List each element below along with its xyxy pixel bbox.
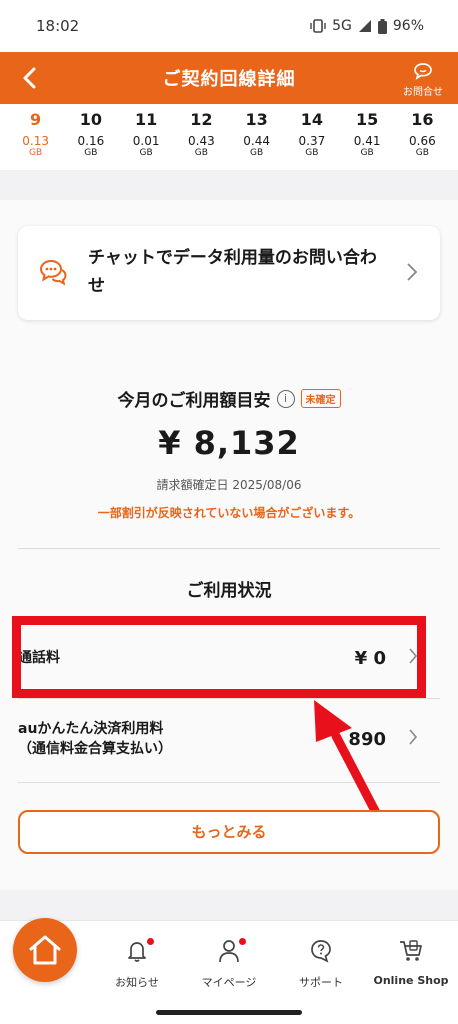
page-title: ご契約回線詳細 xyxy=(162,69,296,90)
chat-bubble-icon xyxy=(414,63,432,80)
contact-button[interactable]: お問合せ xyxy=(400,62,446,98)
tab-mypage[interactable]: マイページ xyxy=(184,938,274,990)
chat-inquiry-card[interactable]: チャットでデータ利用量のお問い合わせ xyxy=(18,226,440,320)
chevron-left-icon xyxy=(23,67,36,89)
tab-label: お知らせ xyxy=(115,976,159,989)
usage-title: ご利用状況 xyxy=(186,581,272,601)
day-usage: 0.01 xyxy=(132,134,160,148)
bell-icon xyxy=(128,942,146,962)
network-label: 5G xyxy=(332,18,352,34)
day-usage: 0.41 xyxy=(353,134,381,148)
contact-label: お問合せ xyxy=(403,87,443,98)
day-unit: GB xyxy=(305,148,319,158)
system-nav-handle[interactable] xyxy=(156,1010,302,1015)
day-unit: GB xyxy=(84,148,98,158)
day-usage: 0.13 xyxy=(22,134,49,148)
day-usage: 0.37 xyxy=(298,134,326,148)
chevron-right-icon xyxy=(406,262,418,286)
status-time: 18:02 xyxy=(36,17,80,35)
app-header: ご契約回線詳細 お問合せ xyxy=(0,52,458,104)
day-usage: 0.66 xyxy=(409,134,436,148)
divider xyxy=(18,548,440,549)
day-unit: GB xyxy=(139,148,153,158)
home-icon xyxy=(29,935,61,965)
tab-label: Online Shop xyxy=(373,974,449,987)
day-number: 16 xyxy=(411,110,434,129)
usage-row-label: auかんたん決済利用料 （通信料金合算支払い） xyxy=(18,719,172,759)
tab-online-shop[interactable]: Online Shop xyxy=(366,938,456,987)
chat-inquiry-text: チャットでデータ利用量のお問い合わせ xyxy=(88,248,377,296)
day-unit: GB xyxy=(194,148,208,158)
day-number: 12 xyxy=(190,110,213,129)
day-item[interactable]: 10 0.16 GB xyxy=(63,104,118,170)
chevron-right-icon xyxy=(408,728,418,750)
tab-label: サポート xyxy=(299,976,343,989)
day-item[interactable]: 12 0.43 GB xyxy=(174,104,229,170)
notification-dot xyxy=(239,938,246,945)
day-usage: 0.16 xyxy=(77,134,105,148)
day-unit: GB xyxy=(360,148,374,158)
daily-usage-strip: 9 0.13 GB 10 0.16 GB 11 0.01 GB 12 0.43 GB 13 0.4… xyxy=(0,104,458,170)
billing-confirm-date: 請求額確定日 2025/08/06 xyxy=(156,478,302,492)
day-item[interactable]: 13 0.44 GB xyxy=(229,104,284,170)
back-button[interactable] xyxy=(18,64,42,92)
day-usage: 0.44 xyxy=(243,134,270,148)
discount-notice: 一部割引が反映されていない場合がございます。 xyxy=(97,506,361,520)
battery-icon xyxy=(377,18,387,34)
tab-notifications[interactable]: お知らせ xyxy=(92,938,182,990)
user-icon xyxy=(219,940,239,963)
day-number: 9 xyxy=(30,110,42,129)
day-number: 10 xyxy=(79,110,102,129)
fee-amount: ¥ 8,132 xyxy=(158,424,300,462)
day-item[interactable]: 16 0.66 GB xyxy=(395,104,450,170)
fee-title-row: 今月のご利用額目安 i 未確定 xyxy=(0,386,458,411)
see-more-button[interactable]: もっとみる xyxy=(18,810,440,854)
day-item[interactable]: 15 0.41 GB xyxy=(340,104,395,170)
main-content: チャットでデータ利用量のお問い合わせ 今月のご利用額目安 i 未確定 ¥ 8,1… xyxy=(0,200,458,890)
day-item[interactable]: 14 0.37 GB xyxy=(284,104,339,170)
day-number: 15 xyxy=(355,110,379,129)
usage-row-label-line1: auかんたん決済利用料 xyxy=(18,721,164,737)
highlight-frame xyxy=(12,616,426,698)
tab-support[interactable]: サポート xyxy=(276,938,366,990)
status-icons: 5G 96% xyxy=(310,18,424,34)
home-button[interactable] xyxy=(13,918,77,982)
day-unit: GB xyxy=(29,148,43,158)
tab-label: マイページ xyxy=(201,976,257,989)
usage-row-label-line2: （通信料金合算支払い） xyxy=(18,741,172,757)
day-item[interactable]: 9 0.13 GB xyxy=(8,104,63,170)
status-bar: 18:02 5G 96% xyxy=(0,0,458,52)
battery-level: 96% xyxy=(392,18,424,34)
info-icon[interactable]: i xyxy=(276,389,295,408)
unconfirmed-badge: 未確定 xyxy=(300,389,341,408)
notification-dot xyxy=(147,938,154,945)
section-gap xyxy=(0,170,458,200)
shopping-cart-icon xyxy=(400,940,422,961)
signal-icon xyxy=(358,20,371,32)
fee-title: 今月のご利用額目安 xyxy=(117,391,271,411)
day-usage: 0.43 xyxy=(188,134,215,148)
day-item[interactable]: 11 0.01 GB xyxy=(119,104,174,170)
day-unit: GB xyxy=(415,148,429,158)
support-icon xyxy=(311,940,331,963)
day-number: 14 xyxy=(300,110,323,129)
day-number: 13 xyxy=(245,110,268,129)
day-number: 11 xyxy=(134,110,158,129)
chat-icon xyxy=(38,258,68,290)
day-unit: GB xyxy=(250,148,264,158)
vibrate-icon xyxy=(310,19,326,33)
